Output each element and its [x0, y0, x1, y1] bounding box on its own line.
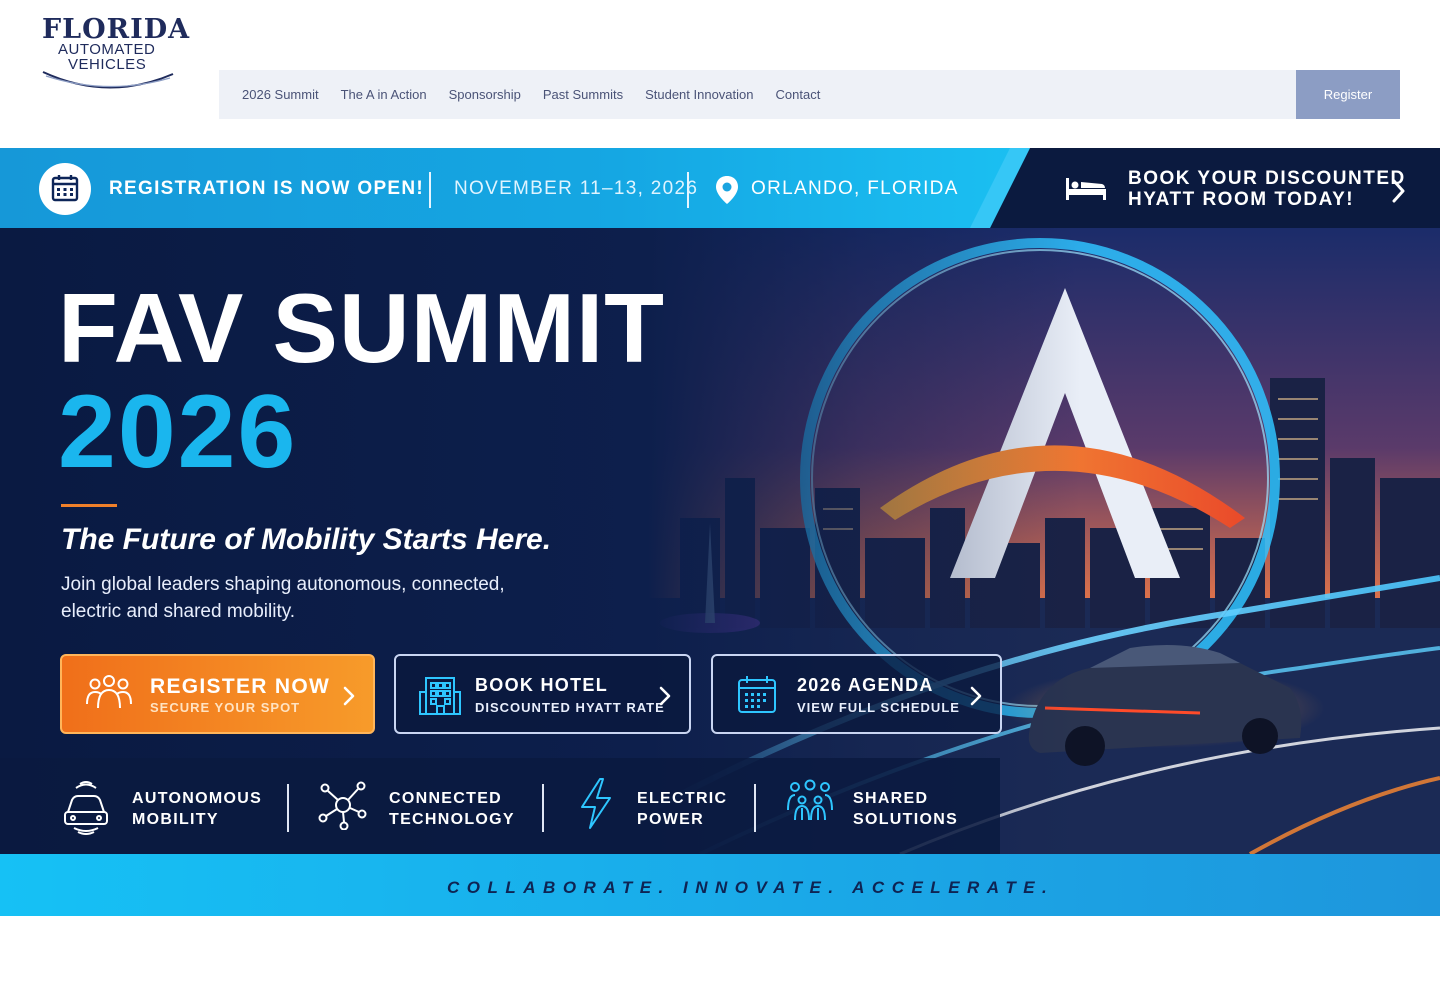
bed-icon — [1066, 178, 1106, 200]
mobility-pillars: AUTONOMOUS MOBILITY CONNECTED TECHNOLOGY… — [0, 758, 1440, 854]
event-dates: NOVEMBER 11–13, 2026 — [454, 178, 699, 199]
pillar-autonomous-mobility: AUTONOMOUS MOBILITY — [132, 788, 262, 830]
nav-link-contact[interactable]: Contact — [776, 87, 821, 102]
register-now-button[interactable]: REGISTER NOW SECURE YOUR SPOT — [60, 654, 375, 734]
building-icon — [419, 677, 461, 715]
chevron-right-icon — [343, 686, 355, 706]
group-icon — [787, 779, 833, 821]
site-header: FLORIDA AUTOMATED VEHICLES 2026 Summit T… — [0, 0, 1440, 148]
network-icon — [318, 781, 367, 830]
pillar-line: MOBILITY — [132, 811, 219, 828]
location-pin-icon — [716, 176, 738, 204]
divider — [687, 172, 689, 208]
nav-link-2026-summit[interactable]: 2026 Summit — [242, 87, 319, 102]
register-now-subtitle: SECURE YOUR SPOT — [150, 700, 301, 715]
agenda-button[interactable]: 2026 AGENDA VIEW FULL SCHEDULE — [711, 654, 1002, 734]
hyatt-booking-link[interactable]: BOOK YOUR DISCOUNTED HYATT ROOM TODAY! — [1128, 168, 1406, 210]
pillar-electric-power: ELECTRIC POWER — [637, 788, 727, 830]
logo-swoosh-icon — [42, 71, 174, 89]
divider — [287, 784, 289, 832]
hero-banner[interactable]: REGISTRATION IS NOW OPEN! NOVEMBER 11–13… — [0, 148, 1440, 916]
pillar-shared-solutions: SHARED SOLUTIONS — [853, 788, 958, 830]
hyatt-line-2: HYATT ROOM TODAY! — [1128, 189, 1355, 210]
divider — [429, 172, 431, 208]
divider — [542, 784, 544, 832]
pillar-line: SOLUTIONS — [853, 811, 959, 828]
people-icon — [86, 675, 132, 709]
lightning-icon — [581, 778, 611, 829]
nav-link-student-innovation[interactable]: Student Innovation — [645, 87, 753, 102]
nav-link-sponsorship[interactable]: Sponsorship — [449, 87, 521, 102]
motto-text: COLLABORATE. INNOVATE. ACCELERATE. — [447, 878, 1055, 897]
main-navigation: 2026 Summit The A in Action Sponsorship … — [219, 70, 1296, 119]
hero-tagline: The Future of Mobility Starts Here. — [61, 523, 552, 556]
pillar-connected-technology: CONNECTED TECHNOLOGY — [389, 788, 515, 830]
agenda-title: 2026 AGENDA — [797, 675, 934, 695]
hero-year: 2026 — [58, 374, 298, 490]
book-hotel-title: BOOK HOTEL — [475, 675, 608, 695]
chevron-right-icon — [970, 686, 982, 706]
pillar-line: POWER — [637, 811, 704, 828]
chevron-right-icon — [659, 686, 671, 706]
book-hotel-subtitle: DISCOUNTED HYATT RATE — [475, 700, 665, 715]
calendar-icon — [51, 175, 79, 202]
accent-rule — [61, 504, 117, 507]
event-location: ORLANDO, FLORIDA — [751, 178, 959, 199]
hero-description: Join global leaders shaping autonomous, … — [61, 574, 505, 622]
register-button[interactable]: Register — [1296, 70, 1400, 119]
pillar-line: SHARED — [853, 790, 929, 807]
agenda-subtitle: VIEW FULL SCHEDULE — [797, 700, 960, 715]
autonomous-car-icon — [64, 781, 108, 835]
hyatt-line-1: BOOK YOUR DISCOUNTED — [1128, 168, 1406, 189]
chevron-right-icon[interactable] — [1390, 178, 1408, 204]
divider — [754, 784, 756, 832]
calendar-icon — [738, 676, 776, 713]
nav-link-past-summits[interactable]: Past Summits — [543, 87, 623, 102]
event-info-bar: REGISTRATION IS NOW OPEN! NOVEMBER 11–13… — [0, 148, 1440, 228]
hero-title: FAV SUMMIT — [58, 273, 666, 383]
book-hotel-button[interactable]: BOOK HOTEL DISCOUNTED HYATT RATE — [394, 654, 691, 734]
pillar-line: CONNECTED — [389, 790, 503, 807]
motto-strip: COLLABORATE. INNOVATE. ACCELERATE. — [0, 854, 1440, 916]
pillar-line: AUTONOMOUS — [132, 790, 263, 807]
pillar-line: TECHNOLOGY — [389, 811, 515, 828]
pillar-line: ELECTRIC — [637, 790, 728, 807]
calendar-badge — [39, 163, 91, 215]
nav-link-the-a-in-action[interactable]: The A in Action — [341, 87, 427, 102]
register-now-title: REGISTER NOW — [150, 675, 331, 698]
registration-open-text: REGISTRATION IS NOW OPEN! — [109, 178, 425, 199]
florida-automated-vehicles-logo[interactable]: FLORIDA AUTOMATED VEHICLES — [38, 12, 189, 92]
